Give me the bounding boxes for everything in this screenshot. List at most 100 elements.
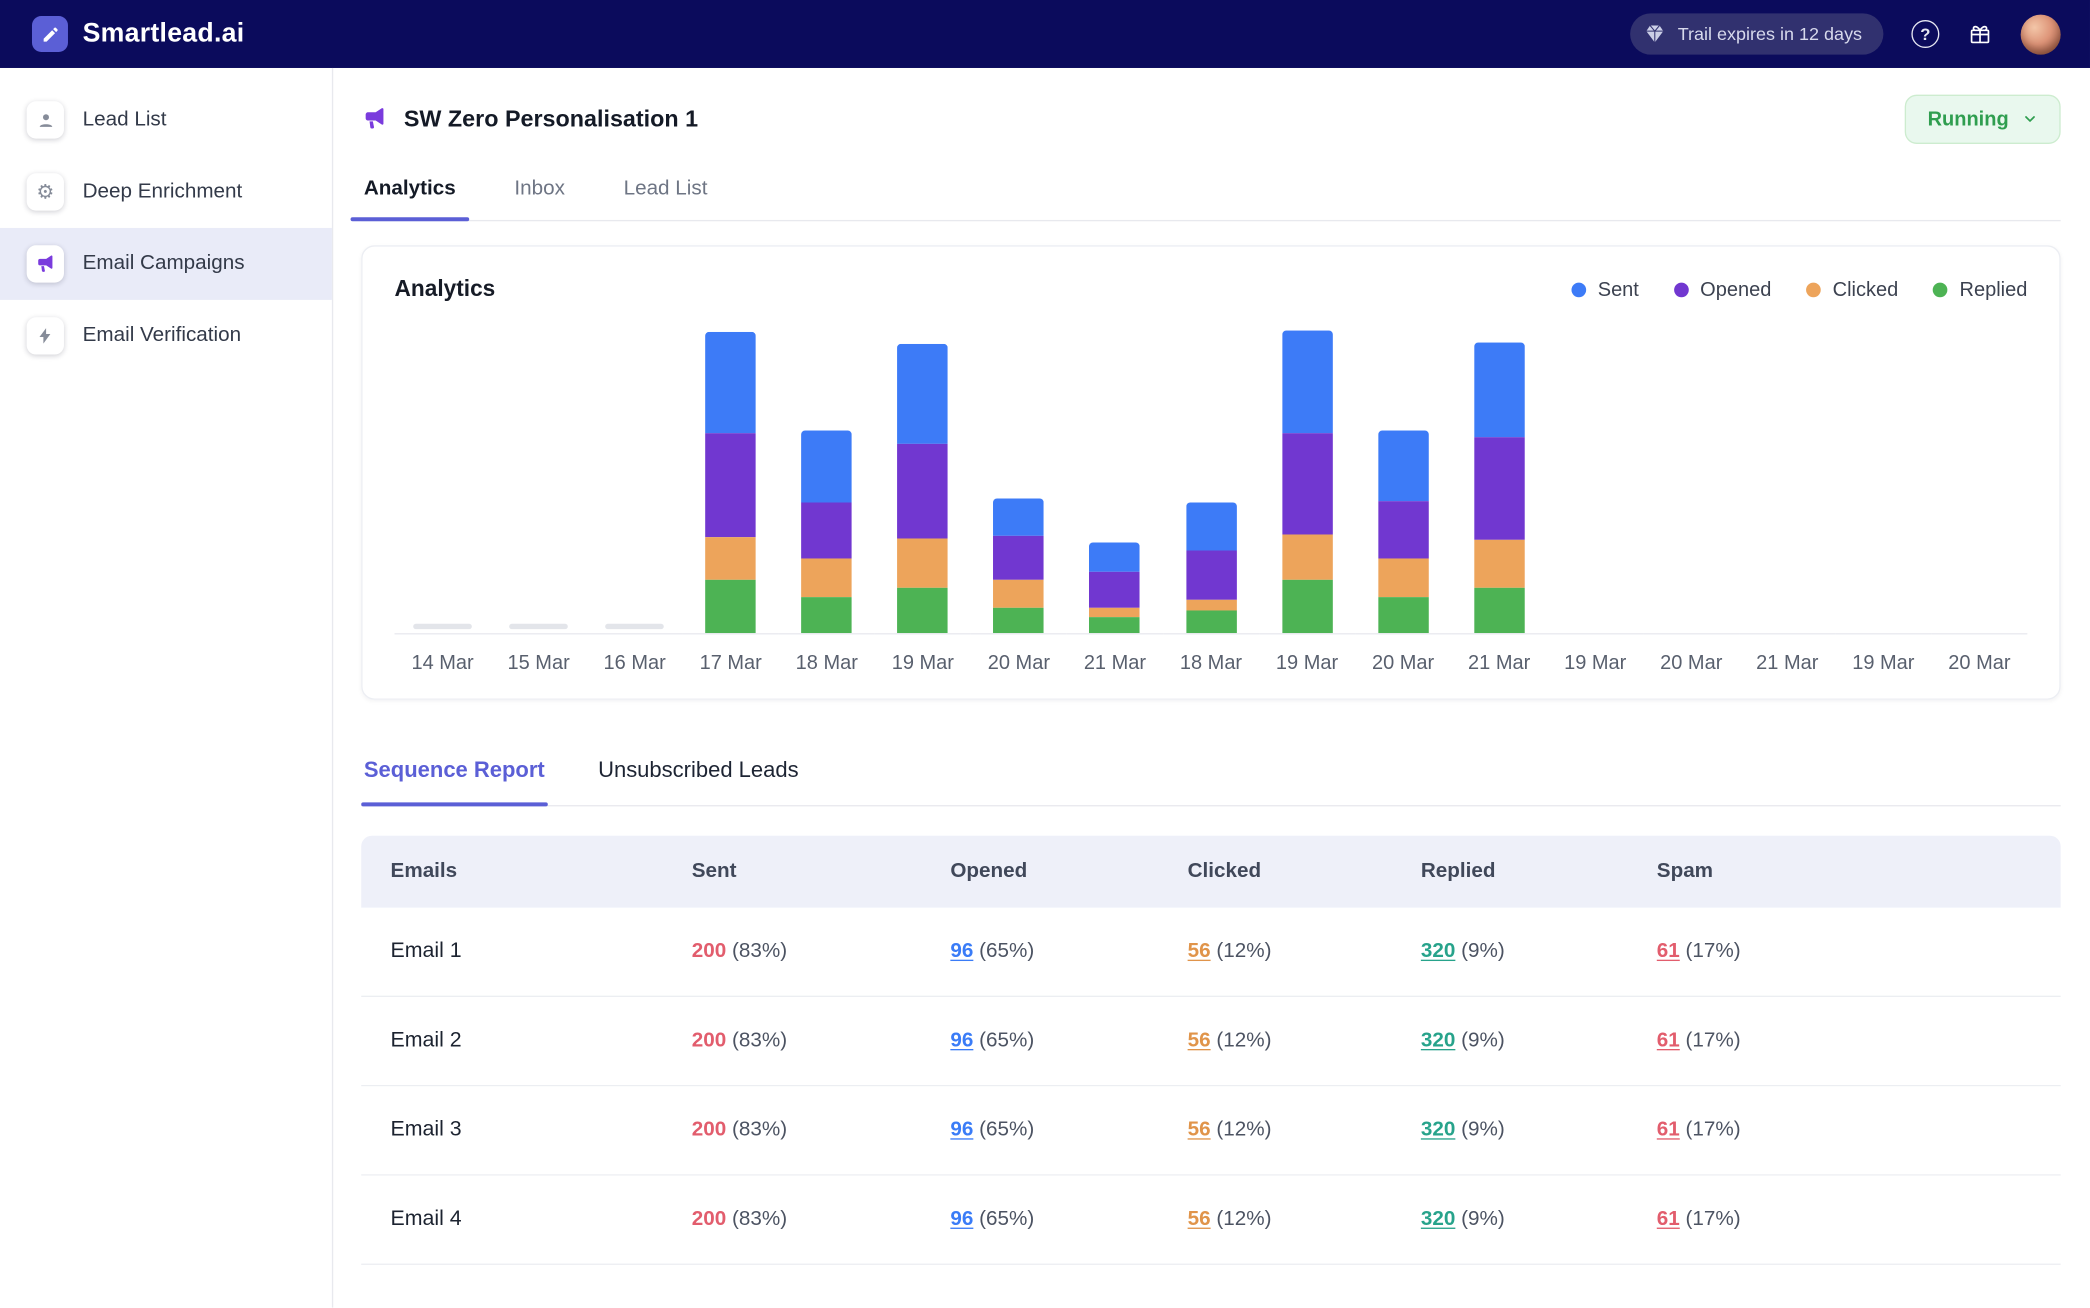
bar-segment-opened (1186, 550, 1237, 599)
legend-dot (1806, 282, 1821, 297)
x-axis-label: 19 Mar (1835, 652, 1931, 675)
bar-segment-sent (705, 332, 756, 433)
replied-value-link[interactable]: 320 (1421, 1029, 1455, 1052)
x-axis-label: 20 Mar (1931, 652, 2027, 675)
bar-stack[interactable] (994, 499, 1045, 634)
clicked-value-link[interactable]: 56 (1188, 1029, 1211, 1052)
bar-segment-sent (1474, 343, 1525, 438)
bar-stack[interactable] (1090, 542, 1141, 633)
spam-value-link[interactable]: 61 (1657, 1118, 1680, 1141)
percentage: (65%) (973, 1208, 1034, 1231)
sent-value-link: 200 (692, 1118, 726, 1141)
sidebar-item-lead-list[interactable]: Lead List (0, 84, 332, 156)
x-axis-label: 19 Mar (1259, 652, 1355, 675)
x-axis-label: 20 Mar (1643, 652, 1739, 675)
status-running-button[interactable]: Running (1905, 94, 2061, 143)
table-header-row: EmailsSentOpenedClickedRepliedSpam (361, 836, 2060, 908)
tab-inbox[interactable]: Inbox (512, 167, 568, 220)
table-row: Email 3200 (83%)96 (65%)56 (12%)320 (9%)… (361, 1086, 2060, 1175)
bar-segment-clicked (801, 558, 852, 597)
sidebar-item-email-campaigns[interactable]: Email Campaigns (0, 228, 332, 300)
avatar[interactable] (2021, 14, 2061, 54)
campaign-title: SW Zero Personalisation 1 (404, 105, 698, 133)
bar-segment-sent (994, 499, 1045, 536)
chart-column: 19 Mar (1259, 316, 1355, 675)
replied-value-link[interactable]: 320 (1421, 1208, 1455, 1231)
x-axis-label: 14 Mar (395, 652, 491, 675)
analytics-title: Analytics (395, 276, 496, 303)
sent-value-link: 200 (692, 1208, 726, 1231)
clicked-value-link[interactable]: 56 (1188, 1208, 1211, 1231)
percentage: (12%) (1211, 940, 1272, 963)
spam-value-link[interactable]: 61 (1657, 1029, 1680, 1052)
clicked-value-link[interactable]: 56 (1188, 940, 1211, 963)
clicked-value-link[interactable]: 56 (1188, 1118, 1211, 1141)
bar-segment-replied (705, 580, 756, 633)
percentage: (12%) (1211, 1118, 1272, 1141)
bar-stack[interactable] (1186, 503, 1237, 634)
opened-value-link[interactable]: 96 (950, 1208, 973, 1231)
table-row: Email 4200 (83%)96 (65%)56 (12%)320 (9%)… (361, 1176, 2060, 1265)
column-header-replied: Replied (1421, 860, 1657, 884)
gear-icon: ⚙ (27, 173, 64, 210)
opened-value-link[interactable]: 96 (950, 1118, 973, 1141)
cell-sent: 200 (83%) (692, 1208, 951, 1232)
replied-value-link[interactable]: 320 (1421, 1118, 1455, 1141)
sidebar-item-deep-enrichment[interactable]: ⚙Deep Enrichment (0, 156, 332, 228)
bar-segment-replied (1474, 588, 1525, 633)
brand[interactable]: Smartlead.ai (32, 16, 244, 52)
chart-column: 20 Mar (1931, 316, 2027, 675)
chart-column: 21 Mar (1739, 316, 1835, 675)
bar-segment-opened (1378, 501, 1429, 558)
person-icon (27, 101, 64, 138)
cell-spam: 61 (17%) (1657, 1029, 2061, 1053)
pencil-logo-icon (32, 16, 68, 52)
sidebar-item-email-verification[interactable]: Email Verification (0, 300, 332, 372)
bar-segment-replied (1282, 580, 1333, 633)
sent-value-link: 200 (692, 940, 726, 963)
chart-column: 19 Mar (1547, 316, 1643, 675)
percentage: (83%) (726, 1029, 787, 1052)
spam-value-link[interactable]: 61 (1657, 940, 1680, 963)
chart-column: 17 Mar (683, 316, 779, 675)
tab-sequence-report[interactable]: Sequence Report (361, 750, 547, 805)
bar-segment-clicked (897, 538, 948, 587)
gift-icon[interactable] (1967, 21, 1992, 46)
percentage: (12%) (1211, 1029, 1272, 1052)
replied-value-link[interactable]: 320 (1421, 940, 1455, 963)
percentage: (65%) (973, 1118, 1034, 1141)
tab-analytics[interactable]: Analytics (361, 167, 458, 220)
legend-label: Clicked (1833, 278, 1899, 301)
bar-segment-sent (801, 431, 852, 503)
bar-segment-opened (994, 536, 1045, 580)
bar-stack[interactable] (1378, 431, 1429, 634)
legend-label: Replied (1960, 278, 2028, 301)
bar-segment-clicked (994, 580, 1045, 608)
tab-lead-list[interactable]: Lead List (621, 167, 710, 220)
bar-stack[interactable] (705, 332, 756, 633)
percentage: (12%) (1211, 1208, 1272, 1231)
help-icon[interactable]: ? (1911, 20, 1939, 48)
tab-unsubscribed-leads[interactable]: Unsubscribed Leads (595, 750, 801, 805)
bar-segment-clicked (1378, 558, 1429, 597)
bar-stack[interactable] (801, 431, 852, 634)
bar-segment-replied (994, 608, 1045, 633)
bar-stack[interactable] (897, 344, 948, 633)
analytics-card-header: Analytics SentOpenedClickedReplied (395, 276, 2028, 303)
bar-stack[interactable] (1282, 331, 1333, 634)
spam-value-link[interactable]: 61 (1657, 1208, 1680, 1231)
app-window: Smartlead.ai Trail expires in 12 days ? … (0, 0, 2090, 1308)
bar-stack[interactable] (1474, 343, 1525, 634)
chart-column: 15 Mar (491, 316, 587, 675)
chart-column: 18 Mar (1163, 316, 1259, 675)
trial-badge[interactable]: Trail expires in 12 days (1630, 13, 1884, 54)
report-tabs: Sequence Report Unsubscribed Leads (361, 750, 2060, 806)
percentage: (17%) (1680, 1118, 1741, 1141)
table-row: Email 1200 (83%)96 (65%)56 (12%)320 (9%)… (361, 908, 2060, 997)
cell-clicked: 56 (12%) (1188, 1029, 1421, 1053)
cell-email: Email 2 (391, 1029, 692, 1053)
cell-replied: 320 (9%) (1421, 1029, 1657, 1053)
opened-value-link[interactable]: 96 (950, 940, 973, 963)
x-axis-label: 21 Mar (1739, 652, 1835, 675)
opened-value-link[interactable]: 96 (950, 1029, 973, 1052)
